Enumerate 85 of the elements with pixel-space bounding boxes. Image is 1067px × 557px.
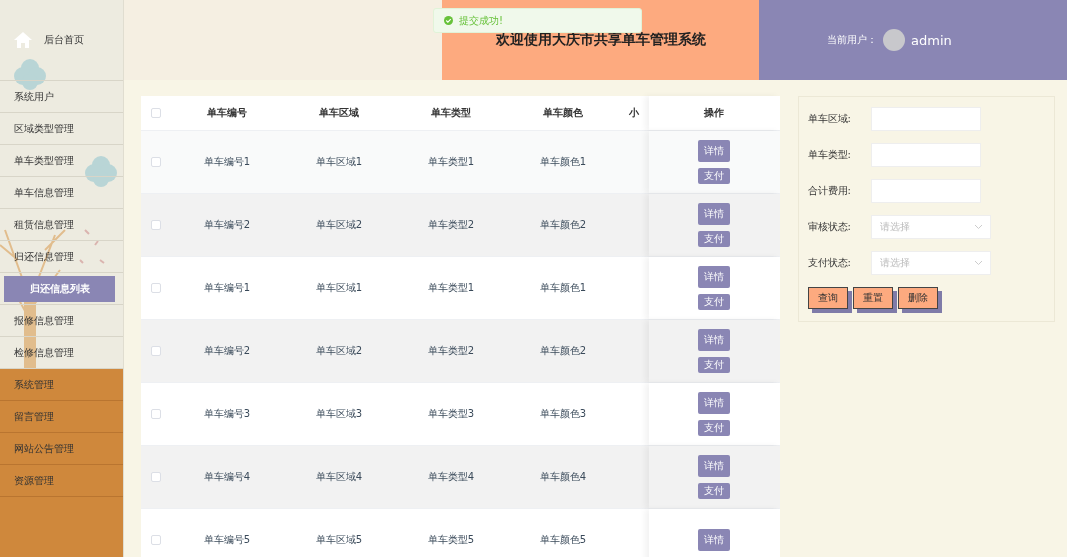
checkbox[interactable] — [151, 535, 161, 545]
column-header: 操作 — [704, 106, 725, 120]
home-link[interactable]: 后台首页 — [44, 33, 84, 47]
pay-button[interactable]: 支付 — [698, 294, 731, 310]
details-button[interactable]: 详情 — [698, 329, 731, 351]
table-cell-text: 单车颜色2 — [538, 218, 588, 232]
pay-button[interactable]: 支付 — [698, 420, 731, 436]
menu-item[interactable]: 报修信息管理 — [0, 305, 123, 337]
menu-item[interactable]: 资源管理 — [0, 465, 123, 497]
menu-item[interactable]: 租赁信息管理 — [0, 209, 123, 241]
avatar-icon — [883, 29, 905, 51]
table-cell-text: 单车颜色5 — [538, 533, 588, 547]
checkbox[interactable] — [151, 108, 161, 118]
chevron-down-icon — [974, 261, 982, 265]
details-button[interactable]: 详情 — [698, 529, 731, 551]
table-cell-text: 单车区域2 — [314, 218, 364, 232]
menu-item[interactable]: 单车类型管理 — [0, 145, 123, 177]
table-cell-text: 单车颜色2 — [538, 344, 588, 358]
table-cell-text: 单车区域3 — [314, 407, 364, 421]
menu-item[interactable]: 系统管理 — [0, 369, 123, 401]
column-header: 小 — [628, 106, 640, 120]
user-name: admin — [911, 32, 952, 48]
checkbox[interactable] — [151, 409, 161, 419]
checkbox[interactable] — [151, 472, 161, 482]
pay-button[interactable]: 支付 — [698, 168, 731, 184]
checkbox[interactable] — [151, 220, 161, 230]
column-header: 单车编号 — [206, 106, 248, 120]
menu-item[interactable]: 网站公告管理 — [0, 433, 123, 465]
column-header: 单车区域 — [318, 106, 360, 120]
field-label: 合计费用: — [807, 184, 852, 198]
field-label: 审核状态: — [807, 220, 852, 234]
table-cell-text: 单车编号2 — [202, 344, 252, 358]
table-cell-text: 单车类型1 — [426, 155, 476, 169]
table-cell-text: 单车编号1 — [202, 155, 252, 169]
details-button[interactable]: 详情 — [698, 266, 731, 288]
checkbox[interactable] — [151, 283, 161, 293]
table-cell-text: 单车类型4 — [426, 470, 476, 484]
details-button[interactable]: 详情 — [698, 203, 731, 225]
table-cell-text: 单车类型3 — [426, 407, 476, 421]
field-label: 单车区域: — [807, 112, 852, 126]
table-cell-text: 单车类型1 — [426, 281, 476, 295]
details-button[interactable]: 详情 — [698, 140, 731, 162]
field-label: 支付状态: — [807, 256, 852, 270]
table-cell-text: 单车颜色1 — [538, 155, 588, 169]
submenu-item[interactable]: 归还信息列表 — [4, 275, 115, 302]
menu-item[interactable]: 留言管理 — [0, 401, 123, 433]
pay-button[interactable]: 支付 — [698, 231, 731, 247]
input-field[interactable] — [870, 143, 981, 167]
toast-message: 提交成功! — [459, 13, 503, 28]
table-cell-text: 单车编号5 — [202, 533, 252, 547]
pay-button[interactable]: 支付 — [698, 357, 731, 373]
page-title: 欢迎使用大庆市共享单车管理系统 — [495, 31, 706, 49]
menu-item[interactable]: 系统用户 — [0, 81, 123, 113]
input-field[interactable] — [870, 179, 981, 203]
column-header: 单车颜色 — [542, 106, 584, 120]
input-field[interactable] — [870, 107, 981, 131]
details-button[interactable]: 详情 — [698, 455, 731, 477]
pay-button[interactable]: 支付 — [698, 483, 731, 499]
table-cell-text: 单车编号1 — [202, 281, 252, 295]
checkbox[interactable] — [151, 157, 161, 167]
table-cell-text: 单车颜色4 — [538, 470, 588, 484]
table-cell-text: 单车颜色3 — [538, 407, 588, 421]
table-cell-text: 单车类型5 — [426, 533, 476, 547]
table-cell-text: 单车编号2 — [202, 218, 252, 232]
field-label: 单车类型: — [807, 148, 852, 162]
table-cell-text: 单车颜色1 — [538, 281, 588, 295]
menu-item[interactable]: 归还信息管理 — [0, 241, 123, 273]
home-icon — [14, 32, 32, 48]
menu-item[interactable]: 区域类型管理 — [0, 113, 123, 145]
table-cell-text: 单车类型2 — [426, 218, 476, 232]
table-cell-text: 单车区域4 — [314, 470, 364, 484]
table-cell-text: 单车区域5 — [314, 533, 364, 547]
table-cell-text: 单车类型2 — [426, 344, 476, 358]
table-cell-text: 单车编号3 — [202, 407, 252, 421]
check-icon — [444, 16, 453, 25]
column-header: 单车类型 — [430, 106, 472, 120]
details-button[interactable]: 详情 — [698, 392, 731, 414]
chevron-down-icon — [974, 225, 982, 229]
table-cell-text: 单车区域2 — [314, 344, 364, 358]
table-cell-text: 单车区域1 — [314, 281, 364, 295]
menu-item[interactable]: 单车信息管理 — [0, 177, 123, 209]
table-cell-text: 单车编号4 — [202, 470, 252, 484]
table-cell-text: 单车区域1 — [314, 155, 364, 169]
checkbox[interactable] — [151, 346, 161, 356]
user-label: 当前用户： — [827, 33, 877, 47]
